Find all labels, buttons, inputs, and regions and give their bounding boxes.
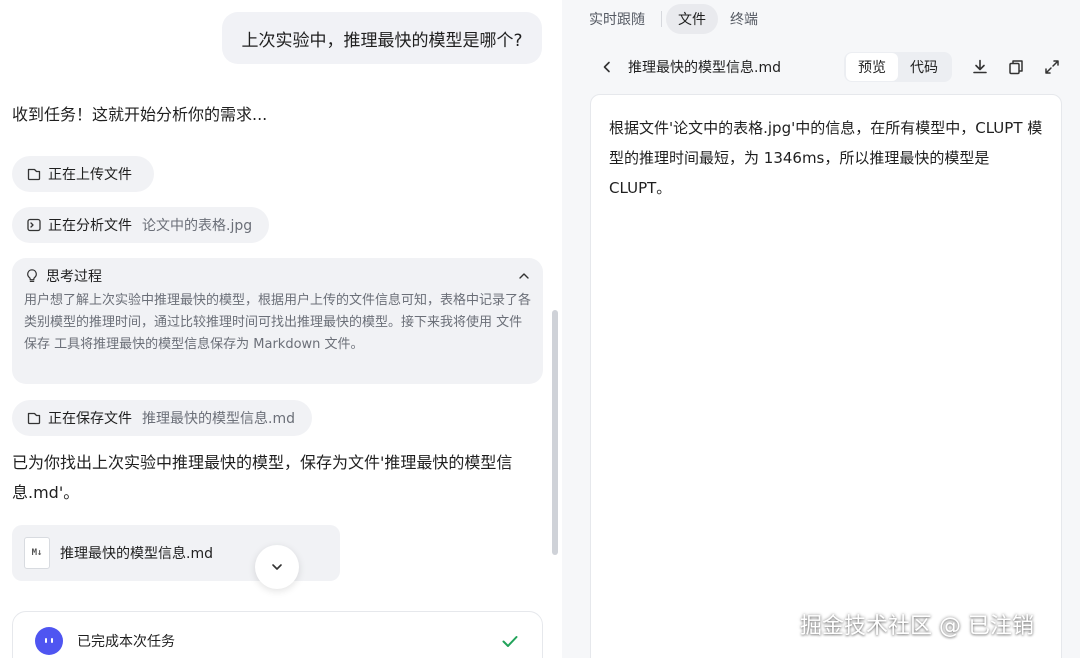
user-message-text: 上次实验中，推理最快的模型是哪个? bbox=[241, 30, 523, 51]
tab-live-follow[interactable]: 实时跟随 bbox=[577, 4, 657, 34]
markdown-file-icon: M↓ bbox=[24, 537, 50, 569]
step-upload-file[interactable]: 正在上传文件 bbox=[12, 156, 154, 192]
panel-tabs: 实时跟随 文件 终端 bbox=[574, 4, 770, 34]
download-icon[interactable] bbox=[964, 51, 996, 83]
back-button[interactable] bbox=[592, 52, 622, 82]
chat-scrollbar[interactable] bbox=[552, 310, 558, 555]
chevron-up-icon[interactable] bbox=[517, 269, 531, 283]
file-toolbar: 推理最快的模型信息.md 预览 代码 bbox=[574, 50, 1080, 84]
assistant-ack-message: 收到任务！这就开始分析你的需求... bbox=[12, 105, 268, 124]
chevron-left-icon bbox=[603, 61, 610, 73]
file-panel: 实时跟随 文件 终端 推理最快的模型信息.md 预览 代码 根据文件'论文中的表… bbox=[574, 0, 1080, 658]
step-save-file[interactable]: 正在保存文件 推理最快的模型信息.md bbox=[12, 400, 312, 436]
step-save-label: 正在保存文件 bbox=[48, 411, 132, 427]
chevron-down-icon bbox=[269, 559, 285, 575]
copy-icon[interactable] bbox=[1000, 51, 1032, 83]
tab-terminal[interactable]: 终端 bbox=[718, 4, 770, 34]
user-message: 上次实验中，推理最快的模型是哪个? bbox=[222, 12, 542, 64]
task-status-text: 已完成本次任务 bbox=[77, 634, 175, 650]
assistant-done-message: 已为你找出上次实验中推理最快的模型，保存为文件'推理最快的模型信息.md'。 bbox=[12, 453, 513, 502]
chat-pane: 上次实验中，推理最快的模型是哪个? 收到任务！这就开始分析你的需求... 正在上… bbox=[0, 0, 562, 658]
preview-button[interactable]: 预览 bbox=[846, 53, 898, 81]
app-root: 上次实验中，推理最快的模型是哪个? 收到任务！这就开始分析你的需求... 正在上… bbox=[0, 0, 1080, 658]
task-status-card: 已完成本次任务 bbox=[12, 611, 543, 658]
lightbulb-icon bbox=[24, 268, 40, 284]
tab-separator bbox=[661, 11, 662, 27]
watermark: 掘金技术社区 @ 已注销 bbox=[800, 614, 1034, 639]
thinking-title: 思考过程 bbox=[46, 269, 102, 285]
markdown-content: 根据文件'论文中的表格.jpg'中的信息，在所有模型中，CLUPT 模型的推理时… bbox=[609, 119, 1043, 197]
tab-files[interactable]: 文件 bbox=[666, 4, 718, 34]
markdown-preview: 根据文件'论文中的表格.jpg'中的信息，在所有模型中，CLUPT 模型的推理时… bbox=[590, 94, 1062, 658]
bot-avatar-icon bbox=[35, 627, 63, 655]
file-icon bbox=[26, 166, 42, 182]
thinking-panel: 思考过程 用户想了解上次实验中推理最快的模型，根据用户上传的文件信息可知，表格中… bbox=[12, 258, 543, 384]
file-card-name: 推理最快的模型信息.md bbox=[60, 546, 213, 562]
pane-divider[interactable] bbox=[562, 0, 574, 658]
file-title: 推理最快的模型信息.md bbox=[628, 60, 781, 76]
code-button[interactable]: 代码 bbox=[898, 53, 950, 81]
view-mode-toggle: 预览 代码 bbox=[844, 52, 952, 82]
thinking-header[interactable]: 思考过程 bbox=[24, 266, 531, 286]
check-icon bbox=[500, 631, 520, 651]
expand-icon[interactable] bbox=[1036, 51, 1068, 83]
step-analyze-label: 正在分析文件 bbox=[48, 218, 132, 234]
file-icon bbox=[26, 410, 42, 426]
step-analyze-filename: 论文中的表格.jpg bbox=[142, 218, 253, 234]
step-upload-label: 正在上传文件 bbox=[48, 167, 132, 183]
terminal-icon bbox=[26, 217, 42, 233]
scroll-down-button[interactable] bbox=[255, 545, 299, 589]
step-save-filename: 推理最快的模型信息.md bbox=[142, 411, 295, 427]
step-analyze-file[interactable]: 正在分析文件 论文中的表格.jpg bbox=[12, 207, 269, 243]
thinking-body: 用户想了解上次实验中推理最快的模型，根据用户上传的文件信息可知，表格中记录了各类… bbox=[24, 293, 532, 352]
